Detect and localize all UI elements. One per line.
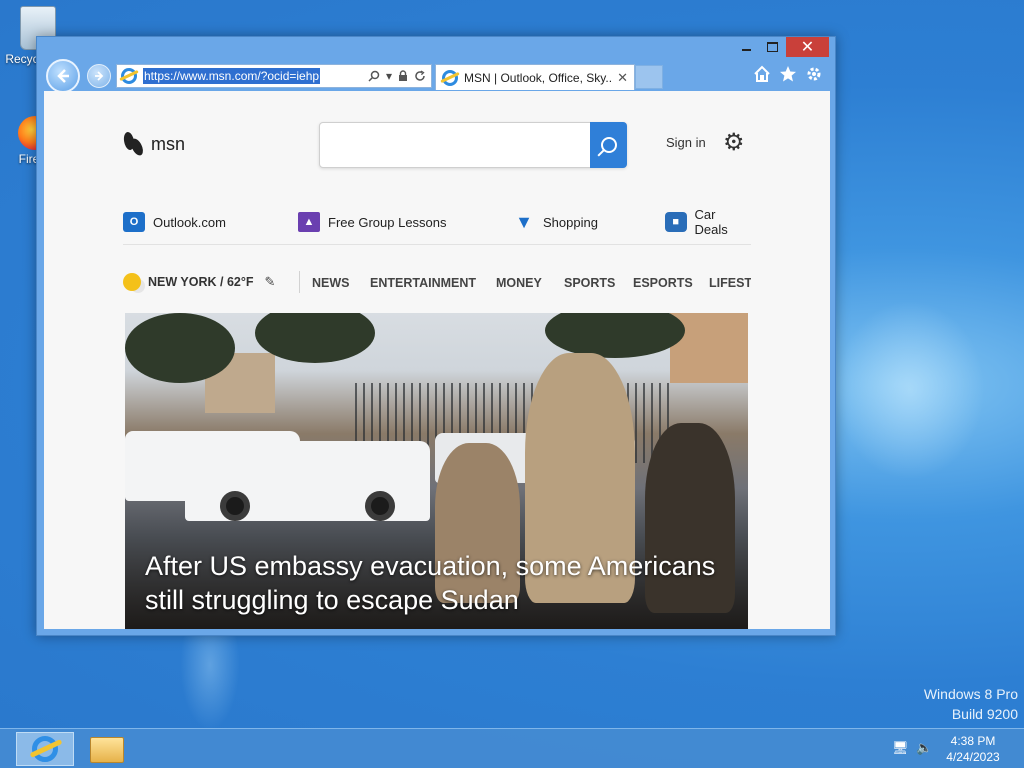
quick-link-shopping[interactable]: ▼ Shopping bbox=[513, 209, 598, 235]
page-viewport: msn Sign in ⚙ O Outlook.com ▲ Free Group… bbox=[44, 91, 830, 629]
internet-explorer-icon bbox=[32, 736, 58, 762]
nav-item-money[interactable]: MONEY bbox=[496, 276, 542, 290]
nav-item-news[interactable]: NEWS bbox=[312, 276, 350, 290]
msn-logo-text: msn bbox=[151, 133, 186, 154]
file-explorer-icon[interactable] bbox=[90, 737, 124, 763]
search-button[interactable] bbox=[590, 122, 627, 168]
nav-divider bbox=[299, 271, 300, 293]
ie-page-icon bbox=[121, 68, 137, 84]
lock-icon[interactable] bbox=[398, 70, 408, 82]
tab-close-icon[interactable]: ✕ bbox=[617, 70, 628, 86]
quick-link-car-deals[interactable]: ■ Car Deals bbox=[665, 207, 751, 237]
browser-toolbar bbox=[753, 65, 823, 83]
ie-window: ✕ https://www.msn.com/?ocid=iehp ▾ MSN |… bbox=[36, 36, 836, 636]
weather-widget[interactable]: NEW YORK / 62°F ✎ bbox=[123, 273, 275, 291]
maximize-button[interactable] bbox=[759, 37, 785, 57]
watermark-edition: Windows 8 Pro bbox=[923, 686, 1018, 702]
hero-story[interactable]: After US embassy evacuation, some Americ… bbox=[125, 313, 748, 629]
nav-item-sports[interactable]: SPORTS bbox=[564, 276, 615, 290]
network-icon[interactable]: 🖥 bbox=[892, 740, 909, 756]
quick-link-outlook[interactable]: O Outlook.com bbox=[123, 209, 226, 235]
quick-links: O Outlook.com ▲ Free Group Lessons ▼ Sho… bbox=[123, 207, 751, 245]
back-button[interactable] bbox=[46, 59, 80, 93]
nav-item-lifestyle[interactable]: LIFESTYLE bbox=[709, 276, 751, 290]
clock-time: 4:38 PM bbox=[950, 734, 996, 748]
sign-in-link[interactable]: Sign in bbox=[666, 135, 706, 150]
home-icon[interactable] bbox=[753, 65, 771, 83]
tab-title: MSN | Outlook, Office, Sky... bbox=[464, 70, 614, 85]
new-tab-button[interactable] bbox=[635, 65, 663, 89]
taskbar-clock[interactable]: 4:38 PM 4/24/2023 bbox=[940, 733, 1006, 765]
msn-logo[interactable]: msn bbox=[123, 131, 185, 157]
quick-link-label: Free Group Lessons bbox=[328, 214, 447, 230]
search-icon bbox=[600, 137, 617, 153]
back-icon bbox=[57, 69, 69, 83]
close-button[interactable]: ✕ bbox=[786, 37, 829, 57]
taskbar-ie-button[interactable] bbox=[16, 732, 74, 766]
favorites-star-icon[interactable] bbox=[779, 65, 797, 83]
car-icon: ■ bbox=[665, 212, 687, 232]
minimize-button[interactable] bbox=[733, 37, 759, 57]
refresh-icon[interactable] bbox=[414, 70, 426, 82]
url-input[interactable]: https://www.msn.com/?ocid=iehp bbox=[143, 68, 321, 84]
watermark-build: Build 9200 bbox=[951, 706, 1018, 722]
graduation-cap-icon: ▲ bbox=[298, 212, 320, 232]
msn-butterfly-icon bbox=[123, 131, 145, 157]
outlook-icon: O bbox=[123, 212, 145, 232]
forward-icon bbox=[95, 71, 104, 81]
quick-link-group-lessons[interactable]: ▲ Free Group Lessons bbox=[298, 209, 447, 235]
hero-headline[interactable]: After US embassy evacuation, some Americ… bbox=[145, 549, 735, 617]
settings-gear-icon[interactable] bbox=[805, 65, 823, 83]
desktop-light-streak bbox=[835, 300, 985, 480]
taskbar bbox=[0, 728, 1024, 768]
forward-button[interactable] bbox=[87, 64, 111, 88]
windows-watermark: Windows 8 Pro Build 9200 bbox=[924, 684, 1018, 724]
shopping-cart-icon: ▼ bbox=[515, 211, 533, 232]
nav-item-entertainment[interactable]: ENTERTAINMENT bbox=[370, 276, 476, 290]
address-bar[interactable]: https://www.msn.com/?ocid=iehp ▾ bbox=[116, 64, 432, 88]
settings-gear-icon[interactable]: ⚙ bbox=[723, 128, 745, 157]
browser-tab-msn[interactable]: MSN | Outlook, Office, Sky... ✕ bbox=[435, 64, 635, 90]
quick-link-label: Outlook.com bbox=[153, 214, 226, 230]
category-nav: NEW YORK / 62°F ✎ NEWS ENTERTAINMENT MON… bbox=[123, 271, 751, 297]
edit-pencil-icon[interactable]: ✎ bbox=[264, 274, 275, 290]
search-input[interactable] bbox=[319, 122, 627, 168]
quick-link-label: Shopping bbox=[543, 214, 598, 230]
clock-date: 4/24/2023 bbox=[946, 750, 1000, 764]
search-icon[interactable] bbox=[368, 70, 380, 82]
nav-item-esports[interactable]: ESPORTS bbox=[633, 276, 693, 290]
weather-text: NEW YORK / 62°F bbox=[148, 275, 254, 289]
ie-tab-icon bbox=[442, 69, 458, 86]
quick-link-label: Car Deals bbox=[694, 207, 728, 237]
volume-muted-icon[interactable]: 🔈 bbox=[916, 740, 932, 756]
dropdown-arrow-icon[interactable]: ▾ bbox=[386, 69, 392, 83]
partly-sunny-icon bbox=[123, 273, 141, 291]
